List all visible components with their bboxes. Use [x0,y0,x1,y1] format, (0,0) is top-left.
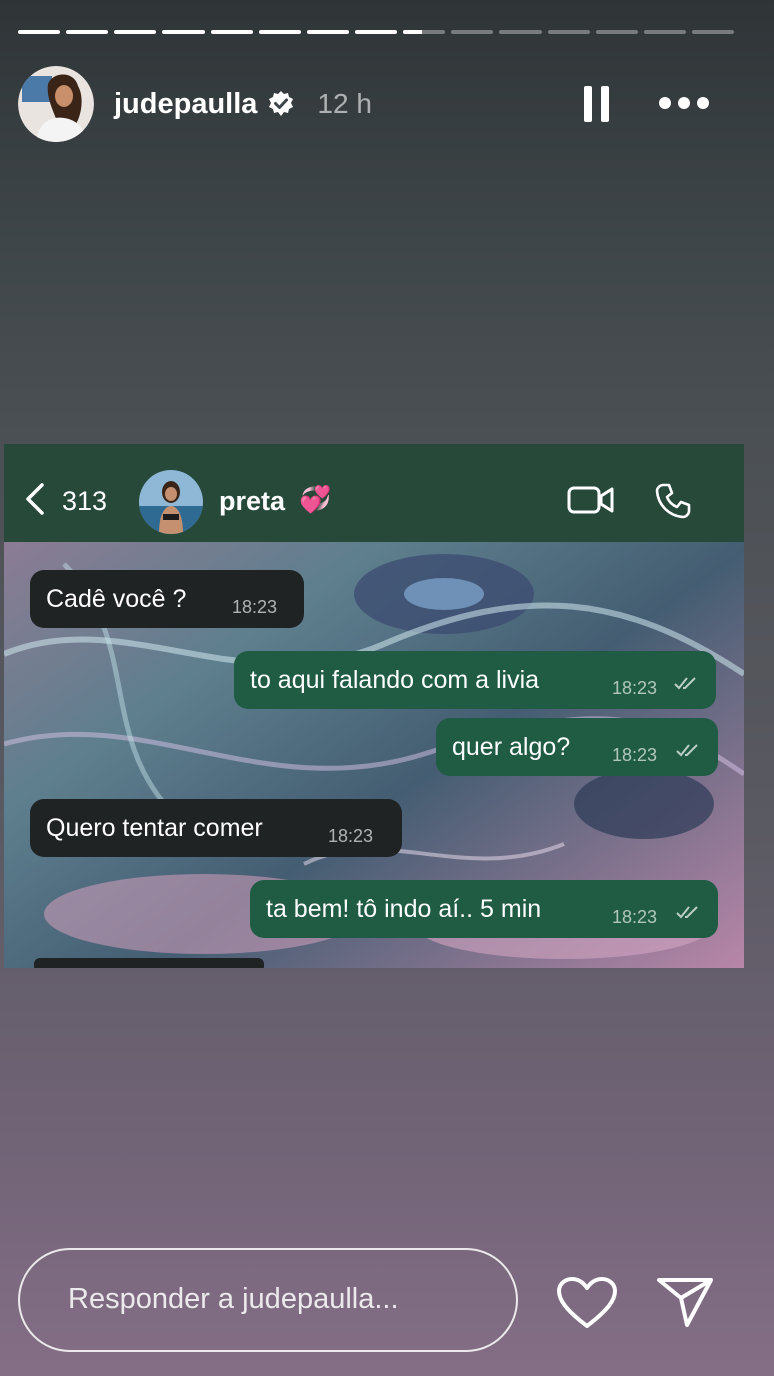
story-progress-fill [210,30,253,34]
story-progress-fill [403,30,423,34]
verified-badge-icon [267,90,295,118]
story-progress-fill [66,30,109,34]
message-time: 18:23 [612,907,658,927]
story-progress-segment [451,30,494,34]
read-receipt-icon [674,668,698,697]
story-progress-segment [306,30,349,34]
send-icon[interactable] [656,1276,714,1333]
story-progress-segment [210,30,253,34]
message-time: 18:23 [612,745,658,765]
username[interactable]: judepaulla [114,88,257,121]
story-progress-segment [403,30,446,34]
story-progress-segment [354,30,398,34]
story-progress-segment [66,30,109,34]
message-outgoing[interactable]: ta bem! tô indo aí.. 5 min 18:23 [250,880,718,938]
story-progress-segment [643,30,686,34]
message-text: ta bem! tô indo aí.. 5 min [266,894,542,923]
story-progress-segment [595,30,638,34]
chat-screenshot: 313 preta 💞 Cadê você ? 18:23 to aqui fa… [4,444,744,968]
story-progress-segment [18,30,61,34]
message-outgoing[interactable]: to aqui falando com a livia 18:23 [234,651,716,709]
pause-icon[interactable] [584,86,610,122]
story-progress-fill [306,30,349,34]
message-text: Cadê você ? [46,584,187,613]
reply-box[interactable] [18,1248,518,1352]
story-progress-segment [114,30,157,34]
chat-header: 313 preta 💞 [4,444,744,542]
heart-icon[interactable] [556,1276,618,1335]
message-time: 18:23 [612,678,658,698]
story-progress-fill [162,30,205,34]
message-time: 18:23 [328,826,374,846]
more-icon[interactable] [658,96,710,110]
message-incoming[interactable]: Quero tentar comer 18:23 [30,799,402,857]
story-progress [18,30,735,36]
message-text: Quero tentar comer [46,813,263,842]
reply-input[interactable] [66,1282,490,1317]
story-progress-segment [499,30,542,34]
back-arrow-icon[interactable] [24,482,46,521]
read-receipt-icon [676,735,700,764]
story-progress-fill [114,30,157,34]
two-hearts-icon: 💞 [299,484,332,514]
story-progress-segment [258,30,301,34]
contact-name[interactable]: preta [219,486,285,517]
message-text: to aqui falando com a livia [250,665,540,694]
post-time: 12 h [317,88,372,119]
story-progress-fill [18,30,61,34]
story-progress-fill [354,30,398,34]
message-time: 18:23 [232,597,278,617]
story-progress-segment [547,30,590,34]
message-outgoing[interactable]: quer algo? 18:23 [436,718,718,776]
message-text: quer algo? [452,732,571,761]
story-progress-fill [258,30,301,34]
story-header: judepaulla 12 h [18,66,738,142]
story-progress-segment [691,30,735,34]
message-incoming[interactable]: Cadê você ? 18:23 [30,570,304,628]
story-progress-segment [162,30,205,34]
read-receipt-icon [676,897,700,926]
video-call-icon[interactable] [567,484,615,521]
contact-avatar[interactable] [139,470,203,534]
unread-count[interactable]: 313 [62,486,107,517]
user-avatar[interactable] [18,66,94,142]
phone-call-icon[interactable] [654,482,692,525]
